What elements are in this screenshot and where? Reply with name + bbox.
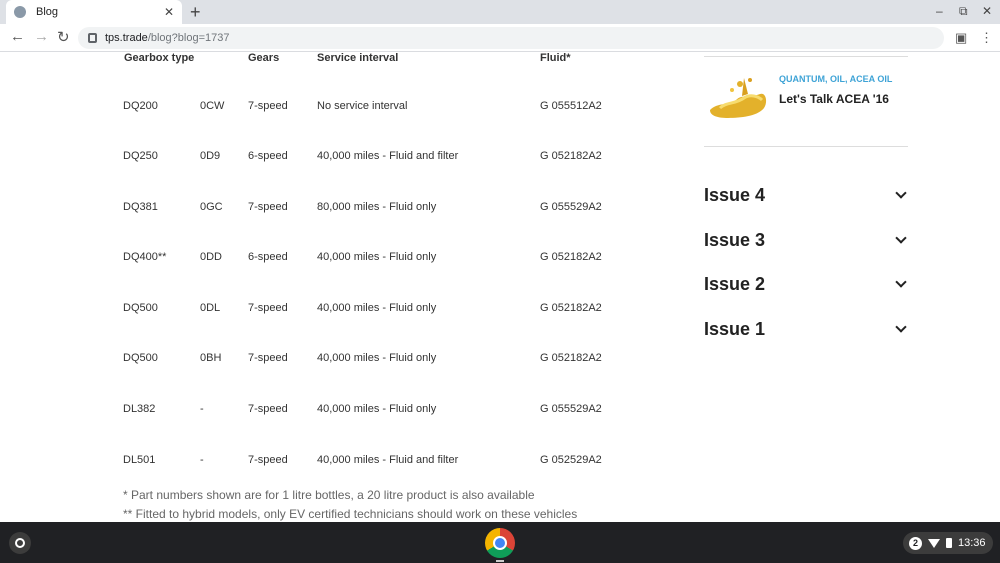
issue-label: Issue 2 — [704, 273, 766, 294]
browser-toolbar: ← → ↻ tps.trade/blog?blog=1737 ▣ ⋮ — [0, 24, 1000, 52]
table-row: DQ381 0GC 7-speed 80,000 miles - Fluid o… — [0, 201, 680, 221]
clock-time: 13:36 — [958, 537, 986, 549]
running-indicator — [496, 560, 504, 562]
cell-fluid: G 055512A2 — [540, 100, 602, 112]
wifi-icon — [928, 538, 940, 548]
cell-fluid: G 052529A2 — [540, 454, 602, 466]
cell-gears: 7-speed — [248, 302, 288, 314]
cell-gears: 6-speed — [248, 251, 288, 263]
issue-label: Issue 3 — [704, 229, 766, 250]
header-gearbox-type: Gearbox type — [124, 52, 195, 64]
cell-fluid: G 052182A2 — [540, 352, 602, 364]
forward-arrow-icon[interactable]: → — [34, 28, 49, 45]
cell-model: DQ500 — [123, 352, 158, 364]
cell-model: DL501 — [123, 454, 156, 466]
profile-icon[interactable]: ▣ — [955, 30, 967, 46]
notification-count: 2 — [909, 536, 922, 550]
cell-fluid: G 055529A2 — [540, 403, 602, 415]
cell-gears: 7-speed — [248, 201, 288, 213]
cell-gears: 7-speed — [248, 403, 288, 415]
chevron-down-icon — [895, 186, 907, 199]
table-row: DQ200 0CW 7-speed No service interval G … — [0, 100, 680, 120]
cell-code: 0BH — [200, 352, 222, 364]
cell-fluid: G 052182A2 — [540, 302, 602, 314]
cell-gears: 7-speed — [248, 454, 288, 466]
chrome-icon[interactable] — [485, 528, 515, 558]
issue-label: Issue 4 — [704, 184, 766, 205]
tab-title: Blog — [36, 6, 59, 18]
issue-1-toggle[interactable]: Issue 1 — [704, 317, 908, 341]
minimize-button[interactable]: – — [936, 4, 943, 18]
footnote-part-numbers: * Part numbers shown are for 1 litre bot… — [123, 488, 535, 502]
header-gears: Gears — [248, 52, 280, 64]
chevron-down-icon — [895, 275, 907, 288]
cell-service: 40,000 miles - Fluid only — [317, 403, 437, 415]
globe-icon — [14, 6, 26, 18]
cell-model: DL382 — [123, 403, 156, 415]
address-bar[interactable]: tps.trade/blog?blog=1737 — [78, 27, 944, 49]
table-row: DQ250 0D9 6-speed 40,000 miles - Fluid a… — [0, 150, 680, 170]
chevron-down-icon — [895, 231, 907, 244]
cell-code: 0CW — [200, 100, 225, 112]
cell-service: 80,000 miles - Fluid only — [317, 201, 437, 213]
cell-gears: 6-speed — [248, 150, 288, 162]
cell-fluid: G 055529A2 — [540, 201, 602, 213]
cell-code: 0DD — [200, 251, 223, 263]
table-row: DQ500 0BH 7-speed 40,000 miles - Fluid o… — [0, 352, 680, 372]
table-row: DL501 - 7-speed 40,000 miles - Fluid and… — [0, 454, 680, 474]
header-service-interval: Service interval — [317, 52, 399, 64]
post-tags[interactable]: QUANTUM, OIL, ACEA OIL — [779, 74, 892, 84]
back-arrow-icon[interactable]: ← — [10, 28, 25, 45]
os-shelf: 2 13:36 — [0, 522, 1000, 563]
cell-service: 40,000 miles - Fluid and filter — [317, 150, 459, 162]
cell-code: - — [200, 454, 204, 466]
issue-3-toggle[interactable]: Issue 3 — [704, 228, 908, 252]
table-row: DL382 - 7-speed 40,000 miles - Fluid onl… — [0, 403, 680, 423]
menu-icon[interactable]: ⋮ — [980, 30, 993, 46]
issue-2-toggle[interactable]: Issue 2 — [704, 272, 908, 296]
cell-code: 0DL — [200, 302, 221, 314]
issue-label: Issue 1 — [704, 318, 766, 339]
tab-blog[interactable]: Blog ✕ — [6, 0, 182, 24]
oil-splash-thumbnail[interactable] — [706, 72, 770, 124]
cell-model: DQ400** — [123, 251, 167, 263]
restore-button[interactable]: ⧉ — [959, 4, 968, 19]
status-tray[interactable]: 2 13:36 — [903, 532, 993, 554]
cell-code: 0GC — [200, 201, 223, 213]
post-title[interactable]: Let's Talk ACEA '16 — [779, 92, 889, 106]
table-row: DQ400** 0DD 6-speed 40,000 miles - Fluid… — [0, 251, 680, 271]
reload-icon[interactable]: ↻ — [57, 28, 70, 46]
cell-service: 40,000 miles - Fluid only — [317, 302, 437, 314]
cell-model: DQ500 — [123, 302, 158, 314]
url-path: /blog?blog=1737 — [147, 32, 230, 44]
cell-service: 40,000 miles - Fluid and filter — [317, 454, 459, 466]
url-host: tps.trade — [105, 32, 148, 44]
cell-model: DQ200 — [123, 100, 158, 112]
cell-model: DQ381 — [123, 201, 158, 213]
cell-gears: 7-speed — [248, 352, 288, 364]
cell-fluid: G 052182A2 — [540, 251, 602, 263]
cell-fluid: G 052182A2 — [540, 150, 602, 162]
cell-service: 40,000 miles - Fluid only — [317, 352, 437, 364]
cell-code: 0D9 — [200, 150, 221, 162]
new-tab-button[interactable]: + — [190, 2, 201, 23]
sidebar-divider — [704, 56, 908, 57]
issue-4-toggle[interactable]: Issue 4 — [704, 183, 908, 207]
cell-service: 40,000 miles - Fluid only — [317, 251, 437, 263]
launcher-icon[interactable] — [9, 532, 31, 554]
sidebar-divider — [704, 146, 908, 147]
cell-model: DQ250 — [123, 150, 158, 162]
battery-icon — [946, 538, 952, 548]
cell-code: - — [200, 403, 204, 415]
tab-close-icon[interactable]: ✕ — [164, 5, 174, 19]
close-window-button[interactable]: ✕ — [982, 4, 992, 18]
tab-strip: Blog ✕ + – ⧉ ✕ — [0, 0, 1000, 24]
chevron-down-icon — [895, 320, 907, 333]
cell-service: No service interval — [317, 100, 408, 112]
header-fluid: Fluid* — [540, 52, 571, 64]
table-row: DQ500 0DL 7-speed 40,000 miles - Fluid o… — [0, 302, 680, 322]
footnote-hybrid: ** Fitted to hybrid models, only EV cert… — [123, 507, 578, 521]
lock-icon — [88, 33, 97, 43]
cell-gears: 7-speed — [248, 100, 288, 112]
